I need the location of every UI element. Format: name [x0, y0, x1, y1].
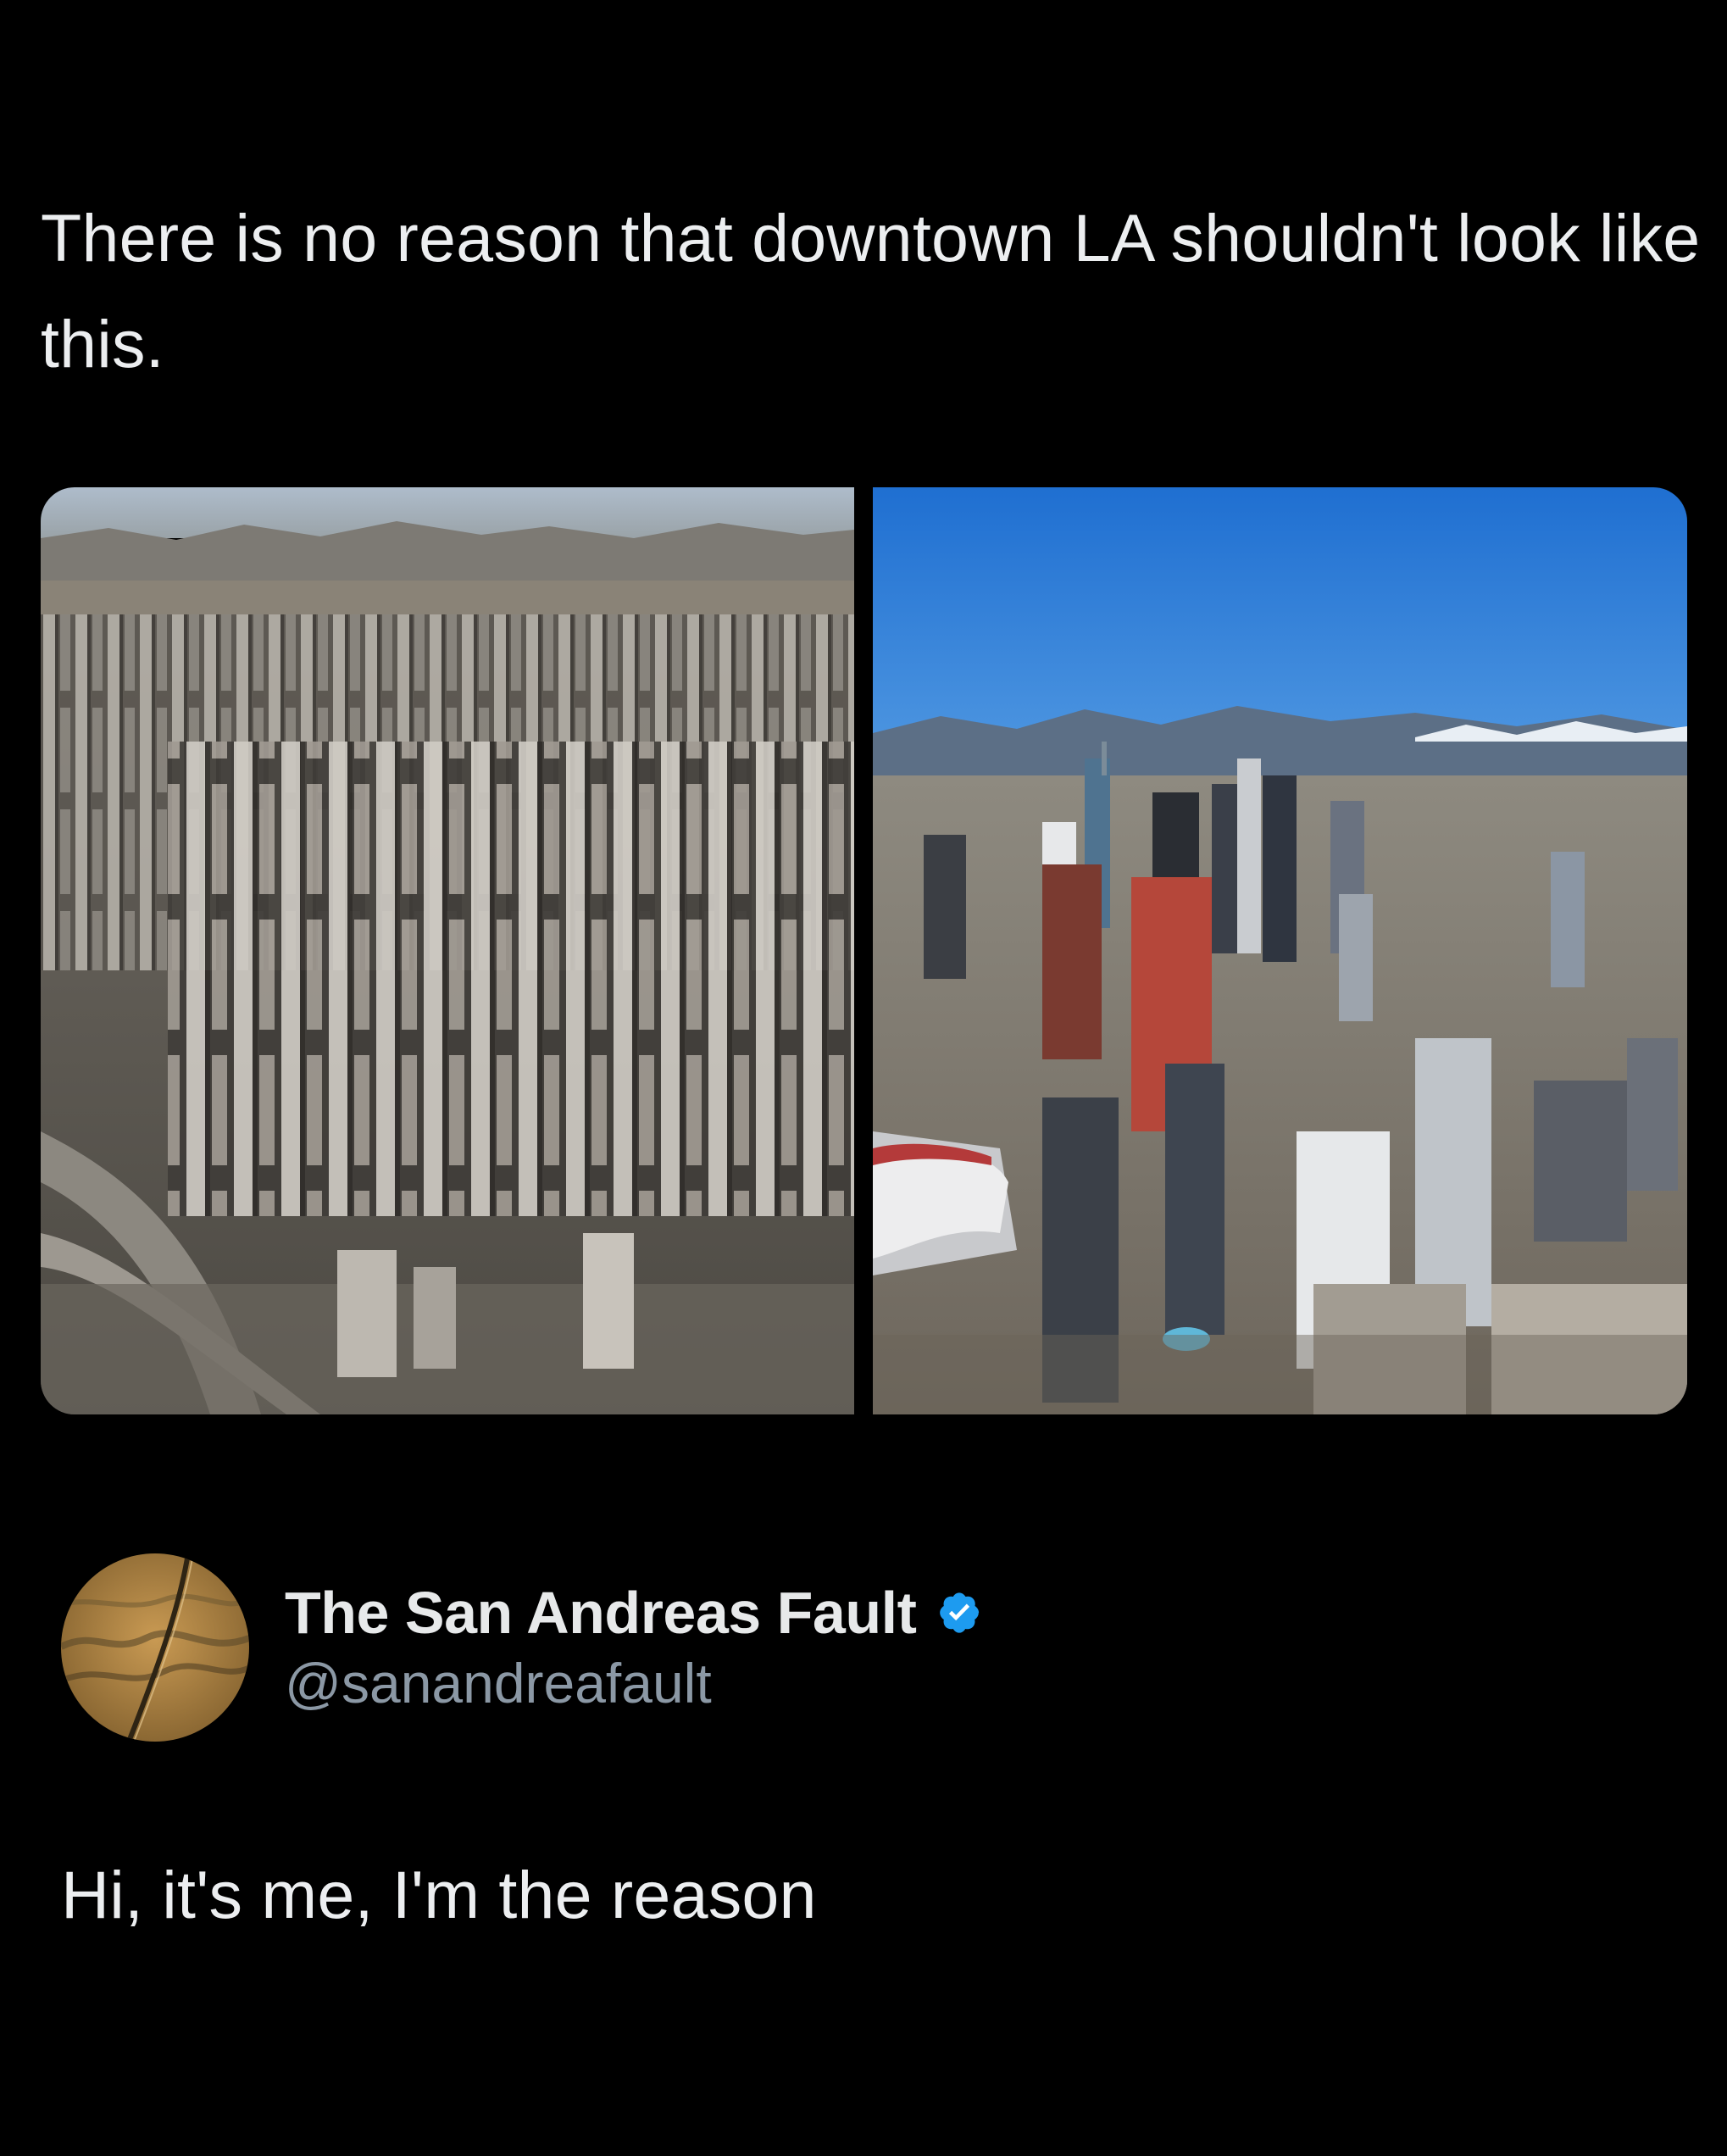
downtown-la-aerial-image[interactable] — [873, 487, 1687, 1414]
tweet-text: There is no reason that downtown LA shou… — [41, 200, 1701, 381]
fault-line-avatar — [61, 1553, 249, 1742]
handle[interactable]: @sanandreafault — [285, 1651, 712, 1715]
verified-badge-icon — [931, 1585, 987, 1641]
tweet-media[interactable] — [41, 487, 1687, 1414]
avatar[interactable] — [61, 1553, 249, 1742]
reply-author[interactable]: The San Andreas Fault — [285, 1575, 987, 1651]
reply-text: Hi, it's me, I'm the reason — [61, 1857, 817, 1932]
dense-skyscraper-city-image[interactable] — [41, 487, 854, 1414]
display-name[interactable]: The San Andreas Fault — [285, 1579, 917, 1647]
